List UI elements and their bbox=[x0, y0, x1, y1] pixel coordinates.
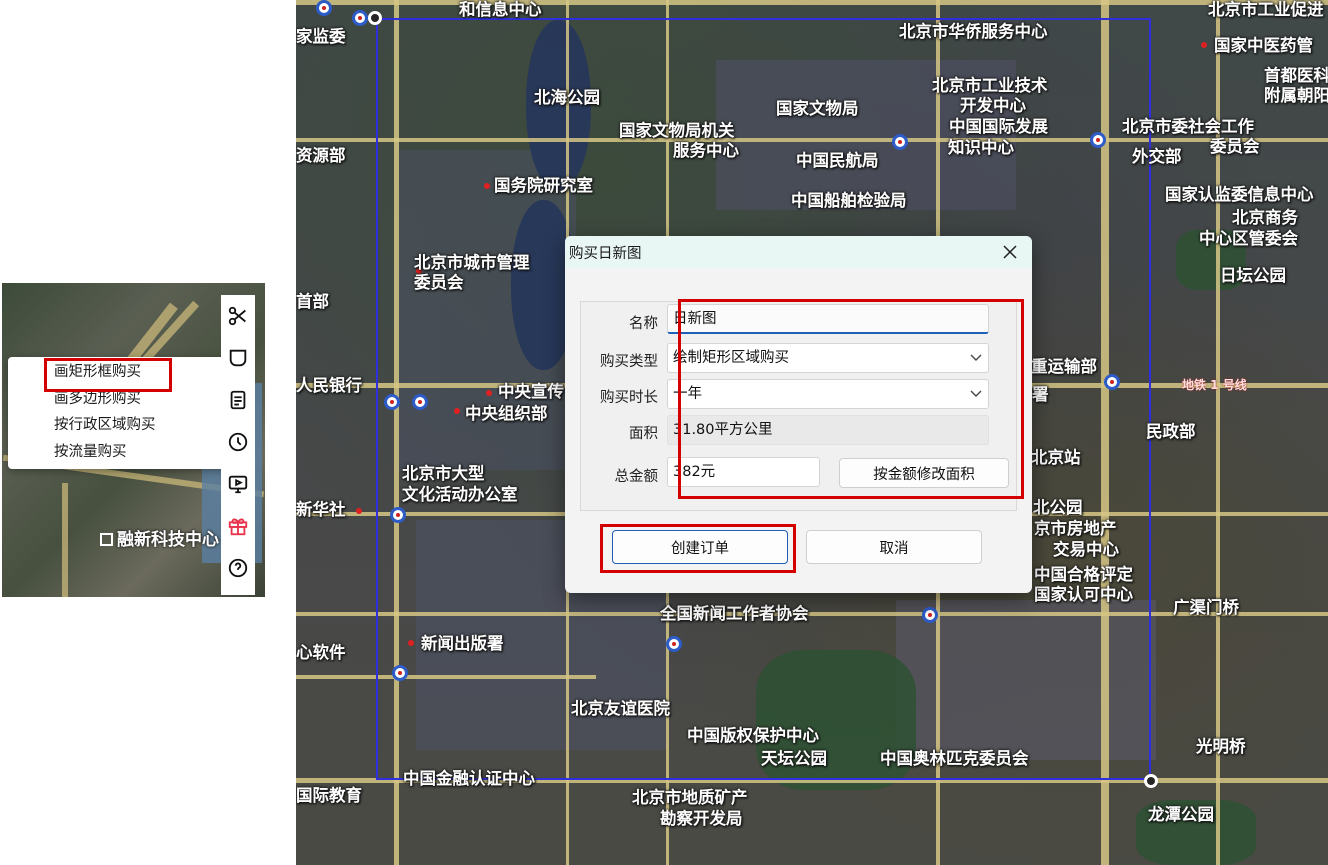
map-label: 家监委 bbox=[296, 27, 346, 46]
map-label: 开发中心 bbox=[960, 96, 1026, 115]
metro-icon bbox=[892, 134, 908, 150]
map-label: 人民银行 bbox=[296, 376, 362, 395]
map-label: 广渠门桥 bbox=[1173, 598, 1239, 617]
map-label: 中国国际发展 bbox=[949, 117, 1048, 136]
map-label: 服务中心 bbox=[673, 141, 739, 160]
map-label: 资源部 bbox=[296, 146, 346, 165]
close-icon[interactable] bbox=[998, 240, 1022, 264]
map-label: 全国新闻工作者协会 bbox=[660, 604, 809, 623]
map-label: 国际教育 bbox=[296, 786, 362, 805]
duration-label: 购买时长 bbox=[600, 390, 658, 406]
metro-icon bbox=[390, 507, 406, 523]
screen-icon[interactable] bbox=[221, 463, 255, 505]
map-label: 署 bbox=[1032, 385, 1049, 404]
map-label: 中国合格评定 bbox=[1034, 565, 1133, 584]
name-label: 名称 bbox=[629, 316, 658, 332]
map-label: 北京市华侨服务中心 bbox=[899, 22, 1048, 41]
map-label: 日坛公园 bbox=[1220, 266, 1286, 285]
map-label: 中国民航局 bbox=[796, 151, 879, 170]
menu-item-admin-region-purchase[interactable]: 按行政区域购买 bbox=[8, 412, 238, 439]
map-label: 光明桥 bbox=[1196, 737, 1246, 756]
metro-icon bbox=[1104, 374, 1120, 390]
map-label: 北京市工业促进 bbox=[1208, 0, 1324, 19]
map-label: 民政部 bbox=[1146, 422, 1196, 441]
map-label: 勘察开发局 bbox=[660, 809, 743, 828]
map-label: 中心区管委会 bbox=[1199, 229, 1298, 248]
help-icon[interactable] bbox=[221, 547, 255, 589]
history-icon[interactable] bbox=[221, 421, 255, 463]
shape-icon[interactable] bbox=[221, 337, 255, 379]
area-label: 面积 bbox=[629, 426, 658, 442]
map-label: 委员会 bbox=[414, 273, 464, 292]
map-label: 京市房地产 bbox=[1034, 519, 1117, 538]
dialog-title: 购买日新图 bbox=[569, 245, 642, 262]
map-label: 国家文物局 bbox=[776, 99, 859, 118]
scissors-icon[interactable] bbox=[221, 295, 255, 337]
metro-icon bbox=[316, 0, 332, 16]
map-label: 重运输部 bbox=[1031, 357, 1097, 376]
map-label: 北京商务 bbox=[1232, 208, 1298, 227]
amount-label: 总金额 bbox=[614, 469, 659, 485]
map-label: 国家文物局机关 bbox=[619, 121, 735, 140]
map-label: 外交部 bbox=[1132, 147, 1182, 166]
purchase-dialog: 购买日新图 名称 日新图 购买类型 绘制矩形区域购买 购买时长 一年 面积 31… bbox=[565, 236, 1032, 593]
map-label: 知识中心 bbox=[948, 138, 1014, 157]
map-label: 北京市大型 bbox=[402, 464, 485, 483]
fields-highlight-box bbox=[678, 299, 1024, 499]
side-toolbar bbox=[221, 295, 255, 595]
map-label: 中央组织部 bbox=[465, 404, 548, 423]
metro-icon bbox=[352, 10, 368, 26]
inset-place-label: 融新科技中心 bbox=[100, 525, 219, 550]
dialog-titlebar: 购买日新图 bbox=[565, 236, 1032, 268]
map-label: 北京友谊医院 bbox=[571, 699, 670, 718]
map-label: 北京市工业技术 bbox=[932, 76, 1048, 95]
metro-icon bbox=[922, 607, 938, 623]
menu-item-rectangle-purchase[interactable]: 画矩形框购买 bbox=[8, 358, 238, 392]
map-label: 北京站 bbox=[1031, 448, 1081, 467]
map-label: 国家中医药管 bbox=[1214, 36, 1313, 55]
menu-item-traffic-purchase[interactable]: 按流量购买 bbox=[8, 439, 238, 466]
map-label: 国务院研究室 bbox=[494, 176, 593, 195]
metro-icon bbox=[666, 636, 682, 652]
map-label: 天坛公园 bbox=[761, 749, 827, 768]
map-label: 中国船舶检验局 bbox=[791, 191, 907, 210]
map-label: 中国奥林匹克委员会 bbox=[880, 749, 1029, 768]
map-label: 中央宣传 bbox=[498, 382, 564, 401]
map-label: 首部 bbox=[296, 292, 329, 311]
map-label: 国家认可中心 bbox=[1034, 585, 1133, 604]
map-label: 北公园 bbox=[1033, 498, 1083, 517]
gift-icon[interactable] bbox=[221, 505, 255, 547]
map-label: 首都医科 bbox=[1264, 66, 1328, 85]
purchase-type-label: 购买类型 bbox=[600, 354, 658, 370]
metro-icon bbox=[392, 665, 408, 681]
create-order-highlight-box bbox=[600, 524, 796, 573]
map-label: 北京市委社会工作 bbox=[1122, 117, 1254, 136]
metro-icon bbox=[412, 394, 428, 410]
map-label: 国家认监委信息中心 bbox=[1165, 185, 1314, 204]
map-label: 北海公园 bbox=[534, 88, 600, 107]
map-label: 文化活动办公室 bbox=[402, 485, 518, 504]
map-label: 新闻出版署 bbox=[421, 634, 504, 653]
map-label: 新华社 bbox=[296, 500, 346, 519]
cancel-button[interactable]: 取消 bbox=[806, 530, 982, 564]
purchase-context-menu: 画矩形框购买 画多边形购买 按行政区域购买 按流量购买 bbox=[8, 357, 238, 469]
map-label: 委员会 bbox=[1210, 137, 1260, 156]
map-label: 龙潭公园 bbox=[1148, 805, 1214, 824]
metro-line-label: 地铁 1 号线 bbox=[1182, 378, 1247, 392]
selection-handle-top-left[interactable] bbox=[368, 11, 382, 25]
map-label: 交易中心 bbox=[1053, 540, 1119, 559]
map-label: 北京市城市管理 bbox=[414, 253, 530, 272]
map-label: 附属朝阳 bbox=[1264, 86, 1328, 105]
document-icon[interactable] bbox=[221, 379, 255, 421]
map-label: 和信息中心 bbox=[459, 0, 542, 19]
metro-icon bbox=[384, 394, 400, 410]
selection-handle-bottom-right[interactable] bbox=[1144, 774, 1158, 788]
map-label: 北京市地质矿产 bbox=[632, 788, 748, 807]
map-label: 中国版权保护中心 bbox=[687, 726, 819, 745]
map-label: 中国金融认证中心 bbox=[403, 769, 535, 788]
map-label: 心软件 bbox=[296, 643, 346, 662]
metro-icon bbox=[1090, 132, 1106, 148]
